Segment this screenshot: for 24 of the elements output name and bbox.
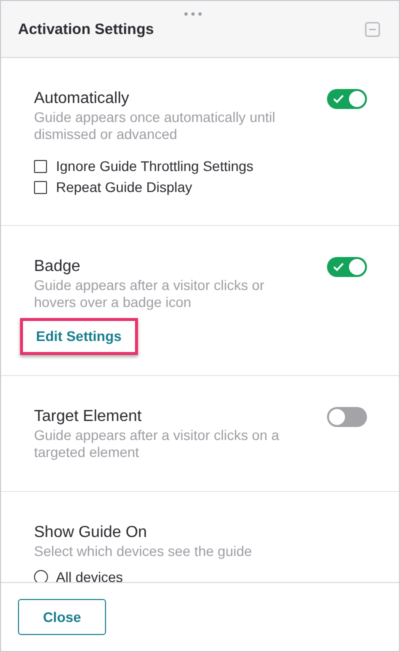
radio-button[interactable] xyxy=(34,570,48,582)
checkbox-label: Ignore Guide Throttling Settings xyxy=(56,158,254,174)
panel-title: Activation Settings xyxy=(18,20,154,40)
checkbox-label: Repeat Guide Display xyxy=(56,179,192,195)
close-button[interactable]: Close xyxy=(18,599,106,635)
check-icon xyxy=(333,262,344,272)
toggle-switch[interactable] xyxy=(327,407,367,427)
radio-label: All devices xyxy=(56,569,123,582)
section-title: Show Guide On xyxy=(34,523,148,543)
section-title: Target Element xyxy=(34,407,143,427)
drag-handle-icon[interactable] xyxy=(184,12,202,16)
toggle-switch[interactable] xyxy=(327,89,367,109)
section-description: Guide appears after a visitor clicks on a targeted element xyxy=(34,427,280,461)
edit-settings-link[interactable]: Edit Settings xyxy=(20,318,138,355)
checkbox[interactable] xyxy=(34,180,47,194)
section-description: Guide appears once automatically until dismissed or advanced xyxy=(34,109,276,143)
check-icon xyxy=(333,94,344,104)
toggle-switch[interactable] xyxy=(327,257,367,277)
section-title: Badge xyxy=(34,257,82,277)
collapse-icon[interactable] xyxy=(365,22,380,36)
checkbox[interactable] xyxy=(34,160,47,172)
section-description: Guide appears after a visitor clicks or hovers over a badge icon xyxy=(34,277,266,311)
section-description: Select which devices see the guide xyxy=(34,543,253,560)
section-title: Automatically xyxy=(34,89,130,109)
